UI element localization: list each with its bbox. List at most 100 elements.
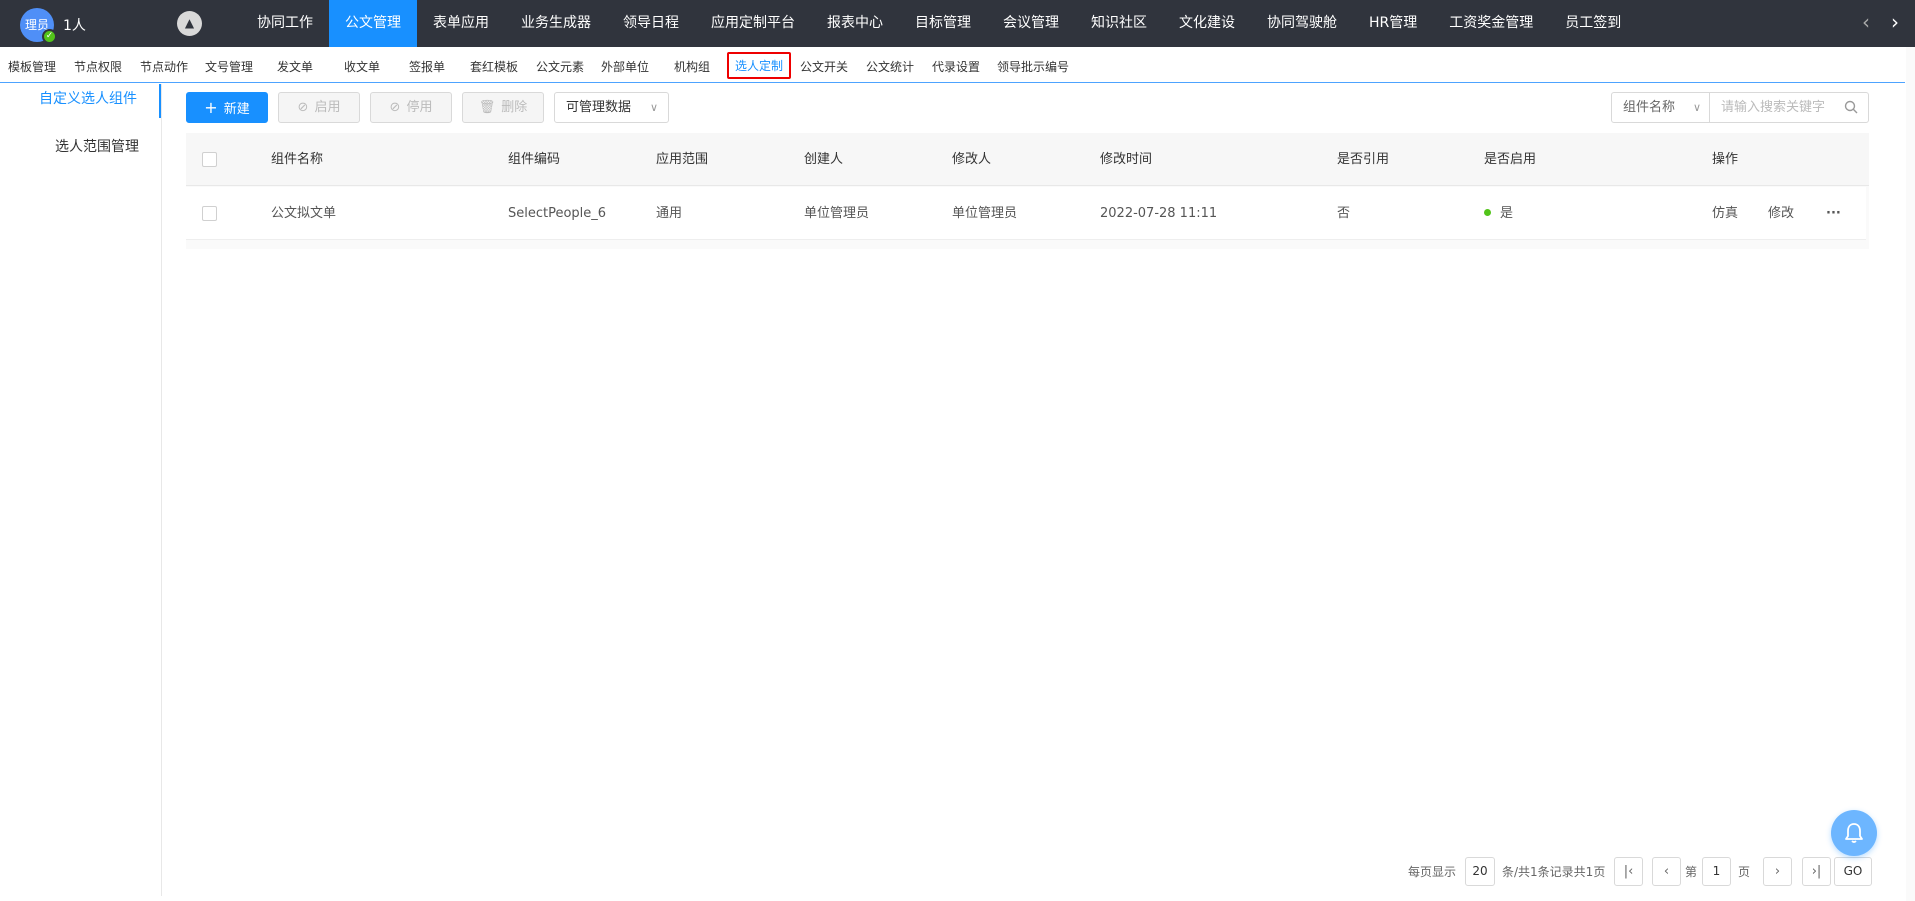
subnav-node-permissions[interactable]: 节点权限 [74,58,122,75]
main-nav: 协同工作 公文管理 表单应用 业务生成器 领导日程 应用定制平台 报表中心 目标… [241,0,1637,47]
ban-icon: ⊘ [389,100,401,115]
component-creator: 单位管理员 [804,206,870,221]
nav-item-leader-schedule[interactable]: 领导日程 [607,0,695,47]
nav-item-knowledge-community[interactable]: 知识社区 [1075,0,1163,47]
nav-item-collaboration[interactable]: 协同工作 [241,0,329,47]
nav-next-icon[interactable]: › [1891,10,1899,34]
top-navbar: 理员 ✓ 1人 ▲ 协同工作 公文管理 表单应用 业务生成器 领导日程 应用定制… [0,0,1915,47]
subnav-outgoing-form[interactable]: 发文单 [277,58,313,75]
subnav-people-picker[interactable]: 选人定制 [727,52,792,79]
nav-item-app-platform[interactable]: 应用定制平台 [695,0,811,47]
subnav-proxy-settings[interactable]: 代录设置 [932,58,980,75]
sidebar: 自定义选人组件 选人范围管理 [0,84,162,896]
enable-button[interactable]: ⊘ 启用 [278,92,360,123]
sub-navbar: 模板管理 节点权限 节点动作 文号管理 发文单 收文单 签报单 套红模板 公文元… [0,47,1905,83]
enabled-status-text: 是 [1500,206,1514,221]
user-count: 1人 [63,18,86,34]
search-field-label: 组件名称 [1623,100,1676,115]
disable-button-label: 停用 [406,100,433,115]
select-all-checkbox[interactable] [202,152,217,167]
column-header-modifier: 修改人 [952,152,992,167]
subnav-template-management[interactable]: 模板管理 [8,58,56,75]
nav-item-business-generator[interactable]: 业务生成器 [505,0,607,47]
nav-item-goal-management[interactable]: 目标管理 [899,0,987,47]
subnav-doc-switch[interactable]: 公文开关 [800,58,848,75]
status-dot-icon [1484,209,1491,216]
subnav-red-template[interactable]: 套红模板 [470,58,518,75]
user-avatar[interactable]: 理员 ✓ [20,8,57,44]
subnav-node-actions[interactable]: 节点动作 [140,58,188,75]
subnav-org-group[interactable]: 机构组 [674,58,710,75]
sidebar-item-range-management[interactable]: 选人范围管理 [0,137,161,157]
table-header: 组件名称 组件编码 应用范围 创建人 修改人 修改时间 是否引用 是否启用 操作 [186,133,1869,186]
data-scope-select[interactable]: 可管理数据 ∨ [554,92,669,123]
subnav-instruction-number[interactable]: 领导批示编号 [997,58,1069,75]
subnav-doc-elements[interactable]: 公文元素 [536,58,584,75]
per-page-label: 每页显示 [1408,865,1457,879]
online-check-icon: ✓ [42,29,57,44]
delete-button-label: 删除 [501,100,528,115]
subnav-doc-stats[interactable]: 公文统计 [866,58,914,75]
page-scrollbar[interactable] [1906,47,1915,901]
nav-item-attendance[interactable]: 员工签到 [1549,0,1637,47]
column-header-creator: 创建人 [804,152,844,167]
column-header-scope: 应用范围 [656,152,709,167]
subnav-doc-number[interactable]: 文号管理 [205,58,253,75]
plus-icon: + [204,98,218,117]
nav-item-hr[interactable]: HR管理 [1353,0,1433,47]
trash-icon: 🗑 [478,100,496,115]
nav-item-salary[interactable]: 工资奖金管理 [1433,0,1549,47]
enable-button-label: 启用 [314,100,341,115]
delete-button[interactable]: 🗑 删除 [462,92,544,123]
component-modified-time: 2022-07-28 11:11 [1100,206,1218,221]
sidebar-item-custom-picker[interactable]: 自定义选人组件 [0,84,161,118]
subnav-external-units[interactable]: 外部单位 [601,58,649,75]
last-page-icon[interactable]: ›| [1802,857,1831,886]
nav-item-meeting-management[interactable]: 会议管理 [987,0,1075,47]
bell-icon [1845,823,1863,843]
go-button[interactable]: GO [1834,857,1872,886]
search-icon[interactable] [1843,99,1859,115]
column-header-code: 组件编码 [508,152,561,167]
component-scope: 通用 [656,206,683,221]
new-button-label: 新建 [223,102,250,117]
disable-button[interactable]: ⊘ 停用 [370,92,452,123]
component-code: SelectPeople_6 [508,206,607,221]
nav-item-form-apps[interactable]: 表单应用 [417,0,505,47]
row-checkbox[interactable] [202,206,217,221]
column-header-actions: 操作 [1712,152,1739,167]
first-page-icon[interactable]: |‹ [1614,857,1643,886]
column-header-referenced: 是否引用 [1337,152,1390,167]
chevron-down-icon: ∨ [1692,101,1701,114]
simulate-action-link[interactable]: 仿真 [1712,187,1738,240]
data-scope-label: 可管理数据 [566,100,632,115]
next-page-icon[interactable]: › [1763,857,1792,886]
edit-action-link[interactable]: 修改 [1768,187,1794,240]
subnav-incoming-form[interactable]: 收文单 [344,58,380,75]
nav-item-cockpit[interactable]: 协同驾驶舱 [1251,0,1353,47]
nav-item-culture[interactable]: 文化建设 [1163,0,1251,47]
column-header-name: 组件名称 [271,152,324,167]
table-row[interactable]: 公文拟文单 SelectPeople_6 通用 单位管理员 单位管理员 2022… [186,187,1866,240]
subnav-report-form[interactable]: 签报单 [409,58,445,75]
record-summary: 条/共1条记录共1页 [1502,865,1606,879]
component-enabled-status: 是 [1484,187,1513,240]
nav-item-report-center[interactable]: 报表中心 [811,0,899,47]
nav-prev-icon[interactable]: ‹ [1862,10,1870,34]
current-page-input[interactable]: 1 [1702,857,1731,886]
more-actions-icon[interactable]: ··· [1826,187,1841,240]
check-circle-icon: ⊘ [297,100,309,115]
per-page-input[interactable]: 20 [1465,857,1495,886]
component-referenced: 否 [1337,206,1351,221]
prev-page-icon[interactable]: ‹ [1652,857,1681,886]
components-table: 组件名称 组件编码 应用范围 创建人 修改人 修改时间 是否引用 是否启用 操作… [186,133,1869,249]
column-header-modified-time: 修改时间 [1100,152,1153,167]
navigation-compass-icon[interactable]: ▲ [177,11,202,36]
page-prefix: 第 [1685,865,1698,879]
component-name-link[interactable]: 公文拟文单 [271,187,336,240]
search-field-select[interactable]: 组件名称 ∨ [1611,92,1710,123]
component-modifier: 单位管理员 [952,206,1018,221]
new-button[interactable]: + 新建 [186,92,268,123]
nav-item-document-management[interactable]: 公文管理 [329,0,417,47]
notification-bell-button[interactable] [1831,810,1877,856]
